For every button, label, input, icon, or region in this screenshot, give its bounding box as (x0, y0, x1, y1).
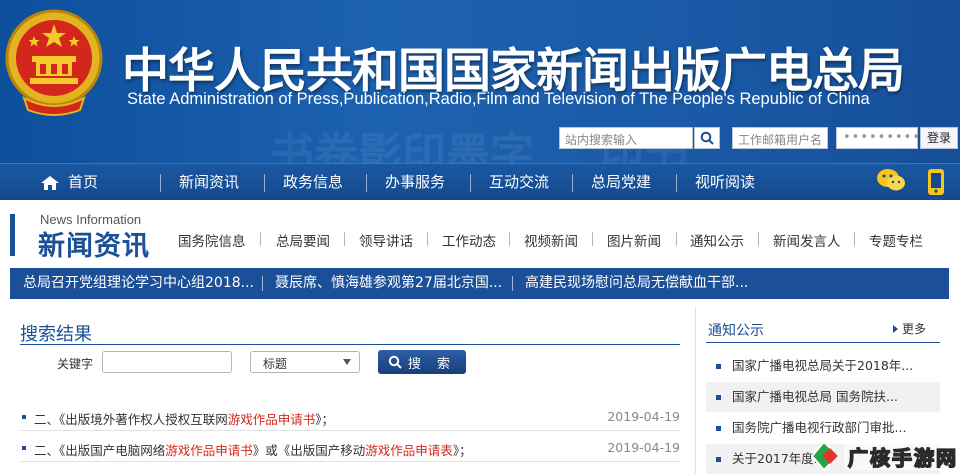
search-icon (388, 355, 402, 369)
nav-item-news[interactable]: 新闻资讯 (179, 164, 239, 201)
subnav-item-bureau-news[interactable]: 总局要闻 (276, 230, 330, 250)
bullet-icon (716, 457, 721, 462)
subnav-item-notices[interactable]: 通知公示 (690, 230, 744, 250)
notice-item[interactable]: 国家广播电视总局 国务院扶... (706, 382, 940, 412)
bullet-icon (716, 426, 721, 431)
mail-username-input[interactable]: 工作邮箱用户名 (732, 127, 828, 149)
nav-item-government[interactable]: 政务信息 (283, 164, 343, 201)
nav-item-services[interactable]: 办事服务 (385, 164, 445, 201)
section-title-cn: 新闻资讯 (38, 231, 150, 262)
nav-divider (264, 174, 265, 192)
search-submit-button[interactable]: 搜 索 (378, 350, 466, 374)
chevron-right-icon (893, 325, 898, 333)
nav-item-av-reading[interactable]: 视听阅读 (695, 164, 755, 201)
site-title-en: State Administration of Press,Publicatio… (127, 90, 870, 108)
nav-divider (572, 174, 573, 192)
row-divider (20, 430, 680, 431)
ticker-headline[interactable]: 总局召开党组理论学习中心组2018... (23, 268, 254, 299)
headline-ticker: 总局召开党组理论学习中心组2018... 聂辰席、慎海雄参观第27届北京国...… (10, 268, 949, 299)
subnav-divider (260, 232, 261, 246)
subnav-item-work-updates[interactable]: 工作动态 (442, 230, 496, 250)
search-submit-label: 搜 索 (407, 356, 457, 372)
subnav-divider (854, 232, 855, 246)
notice-more-link[interactable]: 更多 (893, 320, 926, 337)
search-icon (700, 131, 714, 145)
nav-divider (470, 174, 471, 192)
keyword-input[interactable] (102, 351, 232, 373)
nav-item-interaction[interactable]: 互动交流 (489, 164, 549, 201)
subnav-divider (344, 232, 345, 246)
ticker-divider (262, 276, 263, 291)
subnav-divider (758, 232, 759, 246)
search-results-title: 搜索结果 (20, 324, 92, 345)
mobile-icon[interactable] (926, 168, 946, 196)
notice-panel-title: 通知公示 (708, 323, 764, 339)
ticker-headline[interactable]: 聂辰席、慎海雄参观第27届北京国... (275, 268, 502, 299)
site-search-button[interactable] (694, 127, 720, 149)
section-accent-bar (10, 214, 15, 256)
search-scope-select[interactable]: 标题 (250, 351, 360, 373)
subnav-divider (676, 232, 677, 246)
mail-password-input[interactable]: ••••••••• (836, 127, 920, 149)
subnav-item-spokesperson[interactable]: 新闻发言人 (773, 230, 841, 250)
subnav-divider (592, 232, 593, 246)
login-button[interactable]: 登录 (920, 127, 958, 149)
subnav-divider (427, 232, 428, 246)
subnav-item-photo-news[interactable]: 图片新闻 (607, 230, 661, 250)
banner-decoration: 书卷影印墨字 (270, 129, 534, 163)
bullet-icon (22, 446, 26, 450)
wechat-icon[interactable] (876, 167, 906, 193)
nav-item-label: 首页 (68, 173, 99, 191)
chevron-down-icon (343, 359, 351, 365)
result-date: 2019-04-19 (607, 409, 680, 424)
nav-divider (366, 174, 367, 192)
home-icon (41, 175, 59, 190)
ticker-divider (512, 276, 513, 291)
notice-panel-underline (706, 342, 940, 343)
bullet-icon (22, 415, 26, 419)
bullet-icon (716, 364, 721, 369)
column-divider (695, 307, 696, 474)
subnav-item-speeches[interactable]: 领导讲话 (359, 230, 413, 250)
result-text: 二、《出版境外著作权人授权互联网游戏作品申请书》； (34, 412, 335, 427)
ticker-headline[interactable]: 高建民现场慰问总局无偿献血干部... (525, 268, 748, 299)
subnav-item-special-topics[interactable]: 专题专栏 (869, 230, 923, 250)
header-banner: 书卷影印墨字 印书 中华人民共和国国家新闻出版广电总局 State Admini… (0, 0, 960, 163)
nav-item-party[interactable]: 总局党建 (591, 164, 651, 201)
row-divider (20, 461, 680, 462)
nav-item-home[interactable]: 首页 (40, 164, 98, 201)
result-date: 2019-04-19 (607, 440, 680, 455)
notice-item[interactable]: 国家广播电视总局关于2018年... (706, 351, 940, 381)
keyword-label: 关键字 (57, 357, 94, 371)
result-text: 二、《出版国产电脑网络游戏作品申请书》或《出版国产移动游戏作品申请表》； (34, 443, 472, 458)
nav-divider (160, 174, 161, 192)
nav-divider (676, 174, 677, 192)
title-underline (20, 344, 680, 345)
subnav-item-state-council[interactable]: 国务院信息 (178, 230, 246, 250)
watermark-text: 广核手游网 (847, 445, 958, 471)
search-scope-value: 标题 (263, 357, 288, 371)
subnav-divider (509, 232, 510, 246)
main-nav: 首页 新闻资讯 政务信息 办事服务 互动交流 总局党建 视听阅读 (0, 163, 960, 200)
national-emblem-icon (5, 9, 103, 116)
site-search-input[interactable]: 站内搜索输入 (559, 127, 693, 149)
bullet-icon (716, 395, 721, 400)
subnav-item-video-news[interactable]: 视频新闻 (524, 230, 578, 250)
